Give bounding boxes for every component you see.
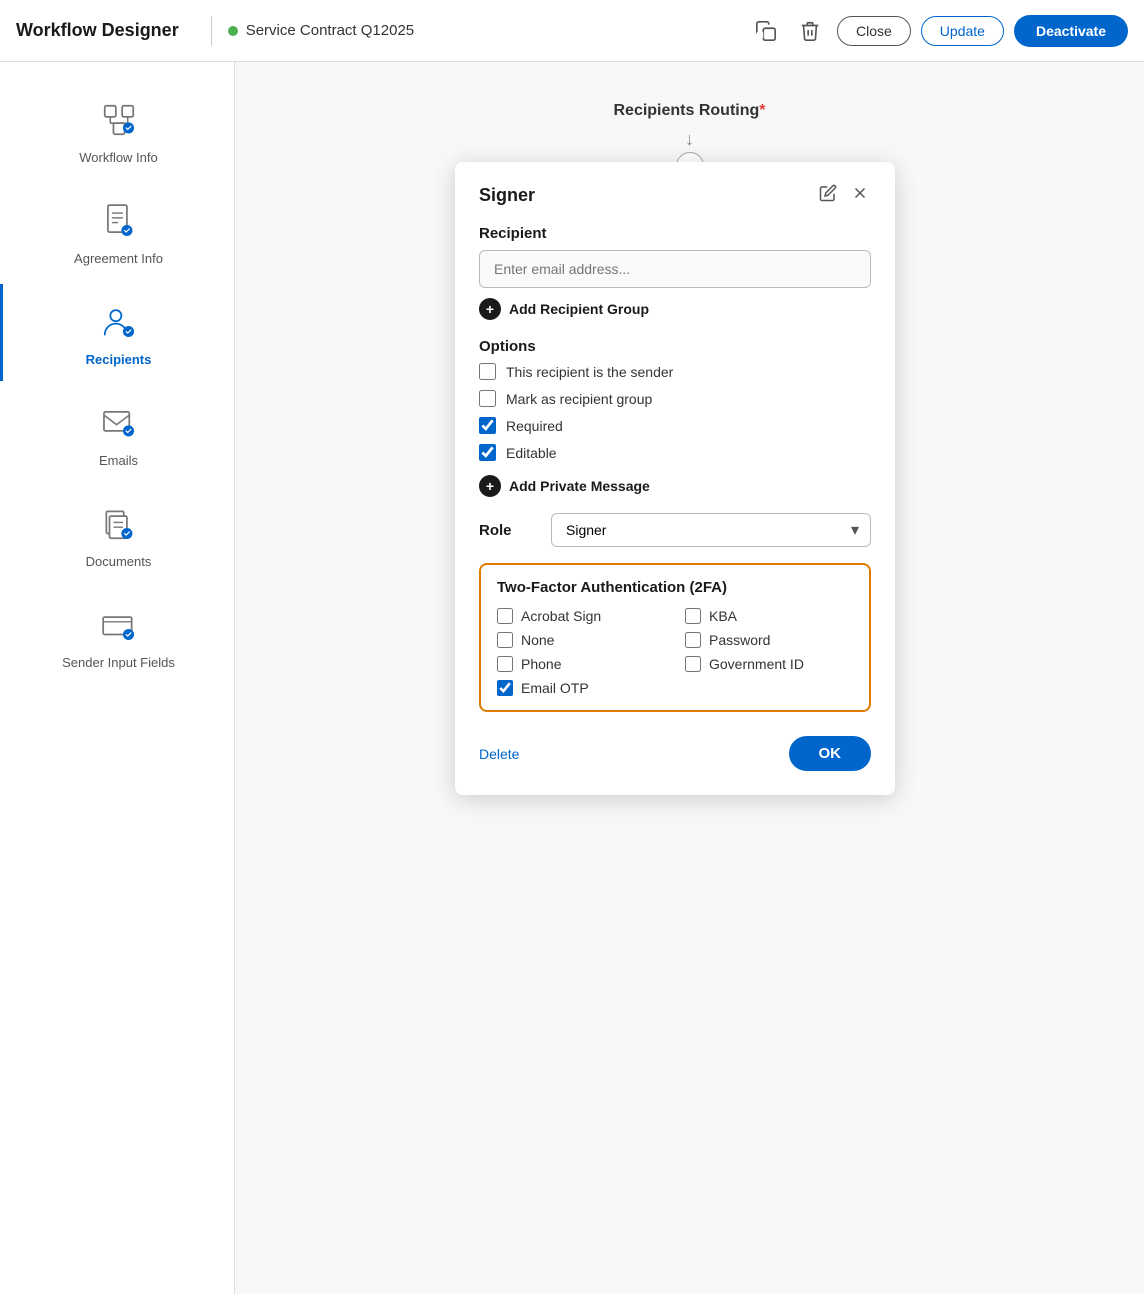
documents-icon [95, 500, 143, 548]
options-section: Options This recipient is the sender Mar… [479, 338, 871, 461]
main-layout: Workflow Info Agreement Info [0, 62, 1144, 1294]
twofa-email-otp-label: Email OTP [521, 680, 589, 696]
panel-close-button[interactable] [849, 182, 871, 209]
twofa-kba-label: KBA [709, 608, 737, 624]
panel-title: Signer [479, 185, 535, 206]
twofa-password-label: Password [709, 632, 770, 648]
panel-footer: Delete OK [479, 728, 871, 771]
close-button[interactable]: Close [837, 16, 911, 46]
twofa-password-row[interactable]: Password [685, 632, 853, 648]
twofa-phone-checkbox[interactable] [497, 656, 513, 672]
twofa-section: Two-Factor Authentication (2FA) Acrobat … [479, 563, 871, 712]
app-title: Workflow Designer [16, 20, 179, 41]
workflow-name: Service Contract Q12025 [246, 22, 414, 39]
twofa-none-row[interactable]: None [497, 632, 665, 648]
sender-input-fields-icon [95, 601, 143, 649]
option-sender-row[interactable]: This recipient is the sender [479, 363, 871, 380]
twofa-government-id-row[interactable]: Government ID [685, 656, 853, 672]
twofa-government-id-label: Government ID [709, 656, 804, 672]
panel-edit-button[interactable] [817, 182, 839, 209]
add-private-message-button[interactable]: + Add Private Message [479, 475, 650, 497]
email-input[interactable] [479, 250, 871, 288]
ok-button[interactable]: OK [789, 736, 872, 771]
options-label: Options [479, 338, 871, 355]
role-label: Role [479, 522, 539, 539]
header-divider [211, 16, 212, 46]
option-sender-label: This recipient is the sender [506, 364, 673, 380]
sidebar-item-emails[interactable]: Emails [0, 385, 234, 482]
role-select[interactable]: Signer Approver Form Filler CC [551, 513, 871, 547]
twofa-acrobat-sign-row[interactable]: Acrobat Sign [497, 608, 665, 624]
role-row: Role Signer Approver Form Filler CC [479, 513, 871, 547]
option-mark-group-label: Mark as recipient group [506, 391, 652, 407]
routing-title: Recipients Routing* [613, 102, 765, 120]
sidebar-item-workflow-info[interactable]: Workflow Info [0, 82, 234, 179]
option-editable-checkbox[interactable] [479, 444, 496, 461]
delete-button[interactable]: Delete [479, 746, 519, 762]
twofa-password-checkbox[interactable] [685, 632, 701, 648]
emails-icon [95, 399, 143, 447]
option-required-row[interactable]: Required [479, 417, 871, 434]
twofa-grid: Acrobat Sign KBA None Password [497, 608, 853, 696]
twofa-none-label: None [521, 632, 554, 648]
sidebar-item-emails-label: Emails [99, 453, 138, 468]
required-star: * [759, 102, 765, 119]
option-sender-checkbox[interactable] [479, 363, 496, 380]
option-editable-label: Editable [506, 445, 557, 461]
twofa-kba-checkbox[interactable] [685, 608, 701, 624]
delete-icon-button[interactable] [793, 14, 827, 48]
sidebar-item-recipients-label: Recipients [86, 352, 152, 367]
agreement-info-icon [95, 197, 143, 245]
option-required-checkbox[interactable] [479, 417, 496, 434]
option-mark-group-row[interactable]: Mark as recipient group [479, 390, 871, 407]
recipients-icon [95, 298, 143, 346]
role-select-wrapper: Signer Approver Form Filler CC [551, 513, 871, 547]
add-msg-circle-icon: + [479, 475, 501, 497]
status-dot-active [228, 26, 238, 36]
twofa-acrobat-sign-checkbox[interactable] [497, 608, 513, 624]
workflow-info-icon [95, 96, 143, 144]
panel-header-actions [817, 182, 871, 209]
panel-header: Signer [479, 182, 871, 209]
recipient-label: Recipient [479, 225, 871, 242]
sidebar: Workflow Info Agreement Info [0, 62, 235, 1294]
header-actions: Close Update Deactivate [749, 14, 1128, 48]
update-button[interactable]: Update [921, 16, 1004, 46]
signer-panel: Signer [455, 162, 895, 795]
sidebar-item-recipients[interactable]: Recipients [0, 284, 234, 381]
add-private-message-label: Add Private Message [509, 478, 650, 494]
twofa-email-otp-checkbox[interactable] [497, 680, 513, 696]
sidebar-item-sender-input-fields[interactable]: Sender Input Fields [0, 587, 234, 684]
option-required-label: Required [506, 418, 563, 434]
twofa-email-otp-row[interactable]: Email OTP [497, 680, 665, 696]
copy-icon-button[interactable] [749, 14, 783, 48]
workflow-canvas: Recipients Routing* ↓ + + [235, 62, 1144, 1294]
deactivate-button[interactable]: Deactivate [1014, 15, 1128, 47]
sidebar-item-sender-input-fields-label: Sender Input Fields [62, 655, 175, 670]
twofa-government-id-checkbox[interactable] [685, 656, 701, 672]
arrow-down-1: ↓ [685, 130, 694, 148]
twofa-none-checkbox[interactable] [497, 632, 513, 648]
sidebar-item-documents-label: Documents [86, 554, 152, 569]
add-recipient-group-button[interactable]: + Add Recipient Group [479, 298, 649, 320]
twofa-title: Two-Factor Authentication (2FA) [497, 579, 853, 596]
sidebar-item-agreement-info-label: Agreement Info [74, 251, 163, 266]
twofa-phone-row[interactable]: Phone [497, 656, 665, 672]
app-header: Workflow Designer Service Contract Q1202… [0, 0, 1144, 62]
sidebar-item-workflow-info-label: Workflow Info [79, 150, 158, 165]
sidebar-item-documents[interactable]: Documents [0, 486, 234, 583]
twofa-phone-label: Phone [521, 656, 561, 672]
option-mark-group-checkbox[interactable] [479, 390, 496, 407]
add-circle-icon: + [479, 298, 501, 320]
twofa-acrobat-sign-label: Acrobat Sign [521, 608, 601, 624]
workflow-status: Service Contract Q12025 [228, 22, 414, 39]
sidebar-item-agreement-info[interactable]: Agreement Info [0, 183, 234, 280]
twofa-kba-row[interactable]: KBA [685, 608, 853, 624]
option-editable-row[interactable]: Editable [479, 444, 871, 461]
add-recipient-group-label: Add Recipient Group [509, 301, 649, 317]
